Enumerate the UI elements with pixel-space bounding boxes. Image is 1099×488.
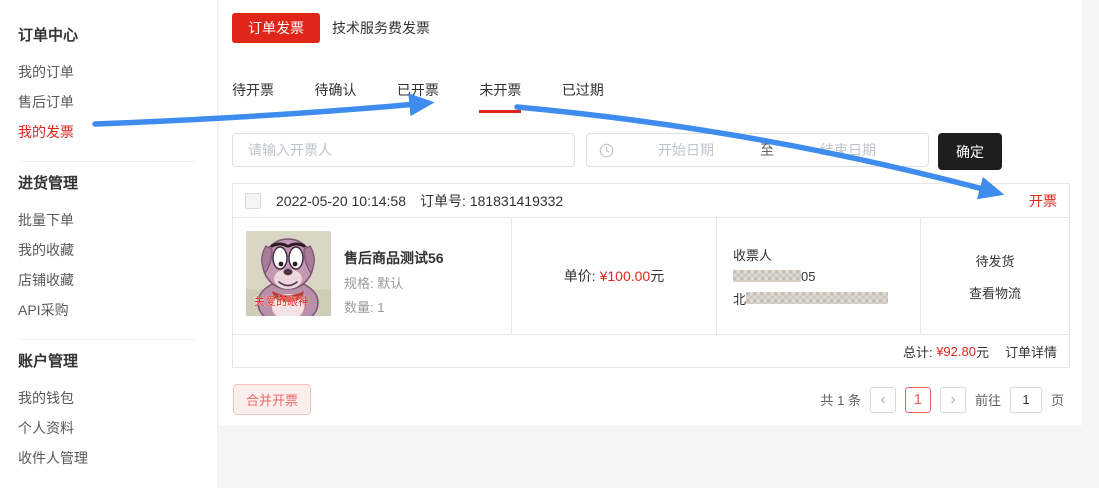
- product-spec: 规格: 默认: [344, 273, 444, 292]
- sidebar-item-after-sales-orders[interactable]: 售后订单: [18, 87, 217, 117]
- clock-icon: [599, 143, 614, 158]
- payee-address-prefix: 北: [733, 289, 746, 308]
- unit-price-label: 单价:: [564, 266, 596, 286]
- pagination: 共 1 条 ‹ 1 › 前往 页: [821, 384, 1065, 415]
- product-info: 售后商品测试56 规格: 默认 数量: 1: [344, 231, 444, 321]
- date-range-separator: 至: [754, 140, 780, 160]
- date-start-placeholder: 开始日期: [618, 140, 754, 160]
- product-cell: 关爱的眼神 售后商品测试56 规格: 默认 数量: 1: [233, 218, 511, 334]
- sidebar-item-personal-profile[interactable]: 个人资料: [18, 413, 217, 443]
- pagination-current-page[interactable]: 1: [905, 387, 931, 413]
- tab-not-invoiced[interactable]: 未开票: [479, 80, 521, 113]
- pagination-page-unit: 页: [1051, 390, 1064, 409]
- order-card-header: 2022-05-20 10:14:58 订单号: 181831419332 开票: [233, 184, 1069, 218]
- tab-pending-invoice[interactable]: 待开票: [232, 80, 274, 110]
- redacted-address-mosaic: [746, 292, 888, 304]
- payee-cell: 收票人 05 北: [716, 218, 920, 334]
- pagination-total: 共 1 条: [821, 390, 861, 409]
- merge-invoice-button[interactable]: 合并开票: [233, 384, 311, 415]
- payee-phone-suffix: 05: [801, 269, 815, 284]
- invoice-panel: 订单发票 技术服务费发票 待开票 待确认 已开票 未开票 已过期 开始日期 至 …: [219, 0, 1082, 425]
- pagination-goto-label: 前往: [975, 390, 1001, 409]
- product-image[interactable]: 关爱的眼神: [246, 231, 331, 316]
- sidebar-item-recipient-management[interactable]: 收件人管理: [18, 443, 217, 473]
- sidebar-item-my-wallet[interactable]: 我的钱包: [18, 383, 217, 413]
- order-card: 2022-05-20 10:14:58 订单号: 181831419332 开票: [232, 183, 1070, 368]
- order-select-checkbox[interactable]: [245, 193, 261, 209]
- date-end-placeholder: 结束日期: [780, 140, 916, 160]
- confirm-button[interactable]: 确定: [938, 133, 1002, 170]
- tab-tech-service-fee-invoice[interactable]: 技术服务费发票: [318, 13, 444, 43]
- product-title[interactable]: 售后商品测试56: [344, 248, 444, 268]
- status-tab-bar: 待开票 待确认 已开票 未开票 已过期: [232, 80, 640, 113]
- product-qty-label: 数量:: [344, 300, 374, 315]
- product-qty-value: 1: [377, 300, 384, 315]
- status-cell: 待发货 查看物流: [920, 218, 1069, 334]
- chevron-right-icon: ›: [950, 392, 955, 407]
- tab-pending-confirm[interactable]: 待确认: [314, 80, 356, 110]
- sidebar-section-title-order-center: 订单中心: [18, 24, 217, 45]
- unit-price-value: ¥100.00: [600, 268, 651, 284]
- tab-order-invoice[interactable]: 订单发票: [232, 13, 320, 43]
- view-logistics-link[interactable]: 查看物流: [969, 283, 1021, 302]
- total-label: 总计:: [903, 342, 933, 361]
- order-datetime: 2022-05-20 10:14:58: [276, 193, 406, 209]
- shipping-status: 待发货: [975, 251, 1014, 270]
- product-spec-value: 默认: [377, 276, 403, 291]
- sidebar: 订单中心 我的订单 售后订单 我的发票 进货管理 批量下单 我的收藏 店铺收藏 …: [0, 0, 218, 488]
- unit-price-unit: 元: [650, 266, 664, 286]
- redacted-phone-mosaic: [733, 270, 801, 282]
- date-range-picker[interactable]: 开始日期 至 结束日期: [586, 133, 929, 167]
- unit-price-cell: 单价: ¥100.00元: [511, 218, 716, 334]
- sidebar-divider: [18, 161, 195, 162]
- total-amount: ¥92.80: [936, 344, 976, 359]
- product-spec-label: 规格:: [344, 276, 374, 291]
- sidebar-item-api-purchase[interactable]: API采购: [18, 295, 217, 325]
- payee-phone: 05: [733, 269, 904, 284]
- sidebar-item-shop-favorites[interactable]: 店铺收藏: [18, 265, 217, 295]
- product-quantity: 数量: 1: [344, 297, 444, 316]
- tab-invoiced[interactable]: 已开票: [397, 80, 439, 110]
- sidebar-section-title-account-management: 账户管理: [18, 350, 217, 371]
- sidebar-item-my-orders[interactable]: 我的订单: [18, 57, 217, 87]
- order-card-footer: 总计: ¥92.80元 订单详情: [233, 334, 1069, 367]
- pagination-next-button[interactable]: ›: [940, 387, 966, 413]
- total-unit: 元: [976, 342, 989, 361]
- order-number-label: 订单号:: [420, 193, 466, 209]
- order-card-body: 关爱的眼神 售后商品测试56 规格: 默认 数量: 1 单价:: [233, 218, 1069, 334]
- pagination-prev-button[interactable]: ‹: [870, 387, 896, 413]
- pagination-goto-input[interactable]: [1010, 387, 1042, 413]
- sidebar-divider: [18, 339, 195, 340]
- payee-address: 北: [733, 289, 904, 308]
- sidebar-item-my-favorites[interactable]: 我的收藏: [18, 235, 217, 265]
- product-image-caption: 关爱的眼神: [254, 294, 309, 308]
- order-number-value: 181831419332: [470, 193, 563, 209]
- tab-expired[interactable]: 已过期: [562, 80, 604, 110]
- sidebar-item-bulk-order[interactable]: 批量下单: [18, 205, 217, 235]
- chevron-left-icon: ‹: [880, 392, 885, 407]
- sidebar-item-my-invoices[interactable]: 我的发票: [18, 117, 217, 147]
- payee-search-input[interactable]: [232, 133, 575, 167]
- payee-label: 收票人: [733, 245, 904, 264]
- invoice-link[interactable]: 开票: [1029, 191, 1057, 211]
- sidebar-section-title-purchase-management: 进货管理: [18, 172, 217, 193]
- order-detail-link[interactable]: 订单详情: [1005, 342, 1057, 361]
- order-number: 订单号: 181831419332: [420, 191, 563, 211]
